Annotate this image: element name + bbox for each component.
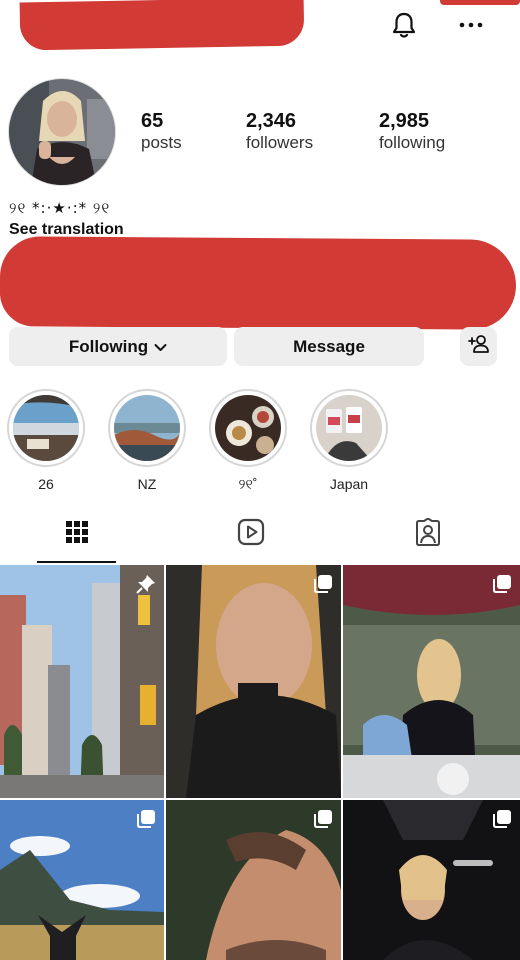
redaction-mark-bio xyxy=(0,236,517,330)
reels-icon xyxy=(237,518,265,551)
highlight-ring xyxy=(310,389,388,467)
posts-count[interactable]: 65 posts xyxy=(141,110,182,153)
add-user-button[interactable] xyxy=(460,327,497,366)
posts-label: posts xyxy=(141,133,182,152)
highlight-label: Japan xyxy=(329,476,369,492)
highlight-label: ୨୧˚ xyxy=(238,476,258,492)
message-button[interactable]: Message xyxy=(234,327,424,366)
multiple-posts-icon xyxy=(313,809,333,829)
following-button[interactable]: Following xyxy=(9,327,227,366)
highlight-label: 26 xyxy=(38,476,54,492)
redaction-mark-username xyxy=(19,0,305,51)
message-button-label: Message xyxy=(293,336,365,356)
tagged-icon xyxy=(414,517,442,551)
following-button-label: Following xyxy=(68,336,149,356)
followers-value: 2,346 xyxy=(246,110,297,132)
grid-tab[interactable] xyxy=(61,518,93,550)
following-label: following xyxy=(379,133,446,152)
redaction-mark-top xyxy=(440,0,520,5)
post-thumbnail[interactable] xyxy=(0,565,164,798)
reels-tab[interactable] xyxy=(235,518,267,550)
following-count[interactable]: 2,985 following xyxy=(379,110,445,153)
highlight-ring xyxy=(108,389,186,467)
highlight-item[interactable]: Japan xyxy=(310,389,388,494)
posts-value: 65 xyxy=(141,110,164,132)
multiple-posts-icon xyxy=(136,809,156,829)
highlight-item[interactable]: ୨୧˚ xyxy=(209,389,287,494)
chevron-down-icon xyxy=(154,337,167,357)
following-value: 2,985 xyxy=(379,110,430,132)
post-thumbnail[interactable] xyxy=(166,565,341,798)
multiple-posts-icon xyxy=(313,574,333,594)
highlight-cover xyxy=(215,395,281,461)
multiple-posts-icon xyxy=(492,809,512,829)
highlight-cover xyxy=(13,395,79,461)
post-thumbnail[interactable] xyxy=(343,800,520,960)
highlight-cover xyxy=(114,395,180,461)
add-user-icon xyxy=(467,334,490,359)
multiple-posts-icon xyxy=(492,574,512,594)
post-thumbnail[interactable] xyxy=(343,565,520,798)
highlight-item[interactable]: 26 xyxy=(7,389,85,494)
tagged-tab[interactable] xyxy=(412,517,444,551)
highlight-ring xyxy=(209,389,287,467)
highlight-ring xyxy=(7,389,85,467)
more-horizontal-icon[interactable] xyxy=(456,10,486,40)
highlight-label: NZ xyxy=(137,476,157,492)
pinned-icon xyxy=(136,574,156,594)
post-thumbnail[interactable] xyxy=(166,800,341,960)
post-thumbnail[interactable] xyxy=(0,800,164,960)
followers-count[interactable]: 2,346 followers xyxy=(246,110,313,153)
active-tab-indicator xyxy=(37,561,116,563)
highlight-item[interactable]: NZ xyxy=(108,389,186,494)
bell-icon[interactable] xyxy=(389,10,419,40)
avatar[interactable] xyxy=(8,78,116,186)
grid-icon xyxy=(65,520,89,549)
bio-decoration: ୨୧ *:·★·:* ୨୧ xyxy=(9,199,111,217)
highlight-cover xyxy=(316,395,382,461)
followers-label: followers xyxy=(246,133,314,152)
